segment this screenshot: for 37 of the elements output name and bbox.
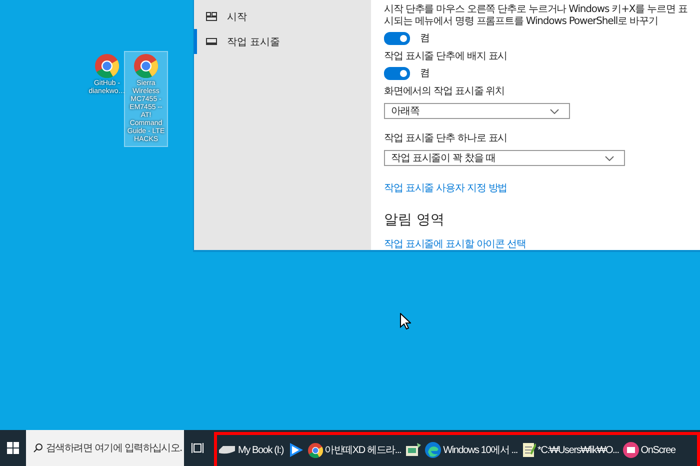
taskbar-app[interactable]: OnScree xyxy=(620,438,678,462)
dropdown[interactable]: 작업 표시줄이 꽉 찼을 때 xyxy=(384,150,626,166)
chevron-down-icon xyxy=(550,108,559,114)
chrome-icon xyxy=(308,442,322,458)
link[interactable]: 작업 표시줄 사용자 지정 방법 xyxy=(384,181,508,195)
windows-icon xyxy=(7,442,19,454)
link[interactable]: 작업 표시줄에 표시할 아이콘 선택 xyxy=(384,237,526,251)
chrome-icon xyxy=(134,54,158,78)
setting-label: 화면에서의 작업 표시줄 위치 xyxy=(384,86,506,98)
toggle-switch[interactable] xyxy=(384,32,410,44)
taskbar-app[interactable]: *C:₩Users₩lik₩O... xyxy=(520,438,621,462)
setting-label: 시작 단추를 마우스 오른쪽 단추로 누르거나 Windows 키+X를 누르면 표시되는 메뉴에서 명령 프롬프트를 Windows PowerShell로 바꾸기 xyxy=(384,4,688,28)
task-view-icon[interactable] xyxy=(190,442,204,454)
toggle-label: 켬 xyxy=(420,67,430,80)
cursor-icon xyxy=(400,313,411,330)
play-icon xyxy=(288,442,304,458)
record-icon xyxy=(622,442,639,458)
window-icon xyxy=(405,443,422,457)
taskbar-app[interactable]: 아반떼XD 헤드라... xyxy=(306,438,404,462)
setting-label: 작업 표시줄 단추에 배지 표시 xyxy=(384,51,508,63)
section-heading: 알림 영역 xyxy=(384,211,444,229)
search-field[interactable]: 검색하려면 여기에 입력하십시오. xyxy=(26,430,184,466)
drive-icon xyxy=(218,445,236,455)
taskbar-icon xyxy=(206,38,217,45)
grid-icon xyxy=(206,12,217,21)
taskbar-app[interactable]: My Book (I:) xyxy=(216,438,286,462)
notepad-icon xyxy=(522,442,536,458)
setting-label: 작업 표시줄 단추 하나로 표시 xyxy=(384,133,508,145)
nav-item[interactable]: 시작 xyxy=(194,4,371,29)
toggle-label: 켬 xyxy=(420,32,430,45)
search-icon xyxy=(33,443,43,453)
taskbar-app[interactable]: Windows 10에서 ... xyxy=(423,438,520,462)
toggle-switch[interactable] xyxy=(384,66,410,80)
chevron-down-icon xyxy=(605,156,614,160)
chrome-icon xyxy=(95,54,119,78)
dropdown[interactable]: 아래쪽 xyxy=(384,103,570,119)
edge-icon xyxy=(425,442,442,458)
